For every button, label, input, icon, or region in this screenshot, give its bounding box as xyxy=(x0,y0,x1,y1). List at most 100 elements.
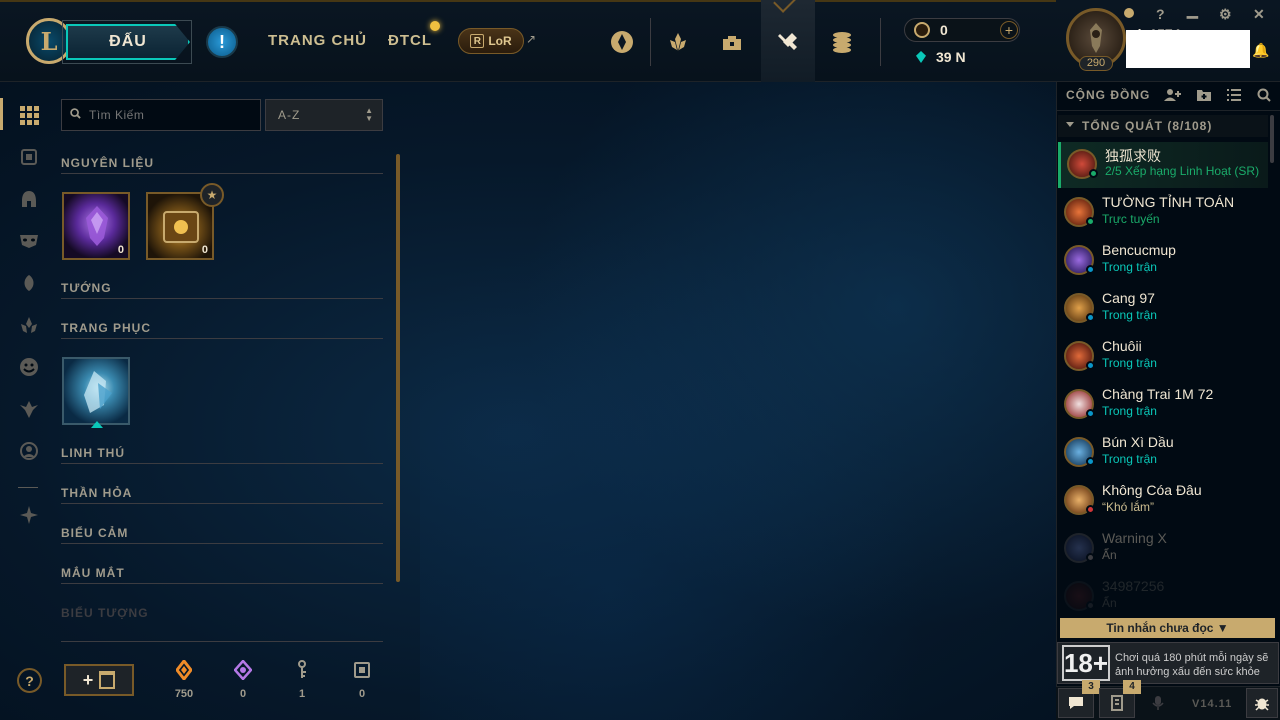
section-wards[interactable]: MẮU MẮT xyxy=(61,566,383,584)
material-tile-essence[interactable]: 0 xyxy=(62,192,130,260)
friend-status: Trong trận xyxy=(1102,452,1157,466)
client-version: V14.11 xyxy=(1192,698,1233,710)
add-rp-button[interactable]: + xyxy=(1000,21,1018,39)
alert-icon[interactable]: ! xyxy=(206,26,238,58)
notification-dot xyxy=(430,21,440,31)
social-divider xyxy=(1056,110,1280,111)
play-button[interactable]: ĐẤU xyxy=(66,24,190,60)
friend-status: Trong trận xyxy=(1102,356,1157,370)
search-box[interactable] xyxy=(61,99,261,131)
rail-divider xyxy=(18,487,38,488)
friend-item[interactable]: Không Cóa Đâu “Khó lắm” xyxy=(1058,478,1268,524)
emote-icon[interactable] xyxy=(18,356,40,378)
close-button[interactable]: ✕ xyxy=(1253,6,1265,23)
add-friend-icon[interactable] xyxy=(1164,88,1182,105)
resource-key: 1 xyxy=(282,660,322,700)
collection-icon[interactable] xyxy=(660,24,696,60)
add-folder-icon[interactable] xyxy=(1196,88,1212,105)
profile-icon[interactable] xyxy=(604,24,640,60)
friend-item[interactable]: 独孤求败 2/5 Xếp hạng Linh Hoạt (SR) xyxy=(1058,142,1268,188)
nav-link-tft[interactable]: ĐTCL xyxy=(388,32,432,49)
section-companions[interactable]: LINH THÚ xyxy=(61,446,383,464)
section-materials[interactable]: NGUYÊN LIỆU xyxy=(61,156,383,174)
mask-icon[interactable] xyxy=(18,230,40,252)
friend-name: 独孤求败 xyxy=(1105,148,1161,164)
friend-item[interactable]: Warning X Ẩn xyxy=(1058,526,1268,572)
chest-icon xyxy=(353,660,371,680)
unread-messages-button[interactable]: Tin nhắn chưa đọc ▼ xyxy=(1060,618,1275,638)
section-skins[interactable]: TRANG PHỤC xyxy=(61,321,383,339)
ward-icon[interactable] xyxy=(18,398,40,420)
friend-status-dot xyxy=(1089,169,1098,178)
sort-dropdown[interactable]: A-Z ▲ ▼ xyxy=(265,99,383,131)
bell-icon[interactable]: 🔔 xyxy=(1252,42,1269,59)
external-link-icon: ↗ xyxy=(526,32,537,46)
list-icon[interactable] xyxy=(1226,88,1242,105)
friend-item[interactable]: Cang 97 Trong trận xyxy=(1058,286,1268,332)
search-input[interactable] xyxy=(89,108,249,122)
store-icon[interactable] xyxy=(824,24,860,60)
redaction-mask xyxy=(1126,30,1250,68)
lor-button[interactable]: R LoR xyxy=(458,28,524,54)
friend-item[interactable]: Bencucmup Trong trận xyxy=(1058,238,1268,284)
helmet-icon[interactable] xyxy=(18,188,40,210)
friend-item[interactable]: TƯỜNG TỈNH TOÁN Trực tuyến xyxy=(1058,190,1268,236)
friend-item[interactable]: 34987256 Ẩn xyxy=(1058,574,1268,620)
minimize-button[interactable]: ▁ xyxy=(1187,2,1198,19)
section-champions[interactable]: TƯỚNG xyxy=(61,281,383,299)
status-dot xyxy=(1124,8,1134,18)
friend-status-dot xyxy=(1086,361,1095,370)
notes-count-badge: 4 xyxy=(1123,680,1141,694)
friend-name: TƯỜNG TỈNH TOÁN xyxy=(1102,194,1235,210)
chest-icon xyxy=(99,671,116,689)
mythic-essence-icon xyxy=(234,660,252,680)
nav-divider xyxy=(880,18,881,66)
help-window-button[interactable]: ? xyxy=(1156,6,1165,22)
friend-status-dot xyxy=(1086,505,1095,514)
section-eternals[interactable]: THẦN HỎA xyxy=(61,486,383,504)
runeterra-icon: R xyxy=(470,34,485,48)
age-warning-banner: 18+ Chơi quá 180 phút mỗi ngày sẽ ảnh hư… xyxy=(1057,642,1279,684)
friend-name: Không Cóa Đâu xyxy=(1102,482,1202,498)
material-count: 0 xyxy=(117,244,124,256)
friend-status-dot xyxy=(1086,601,1095,610)
help-button[interactable]: ? xyxy=(17,668,42,693)
loot-icon[interactable] xyxy=(714,24,750,60)
section-emotes[interactable]: BIỂU CẢM xyxy=(61,526,383,544)
search-icon[interactable] xyxy=(1257,88,1271,105)
social-scrollbar[interactable] xyxy=(1270,115,1274,163)
crafting-icon[interactable] xyxy=(770,24,806,60)
rp-value: 0 xyxy=(940,22,948,38)
friend-name: Bún Xì Dầu xyxy=(1102,434,1174,450)
friend-status-dot xyxy=(1086,217,1095,226)
orange-essence-icon xyxy=(176,660,192,680)
resource-value: 750 xyxy=(174,688,194,700)
skin-shard-tile[interactable] xyxy=(62,357,130,425)
friend-item[interactable]: Bún Xì Dầu Trong trận xyxy=(1058,430,1268,476)
friend-item[interactable]: Chàng Trai 1M 72 Trong trận xyxy=(1058,382,1268,428)
other-icon[interactable] xyxy=(18,504,40,526)
friend-status: Ẩn xyxy=(1102,596,1117,610)
inventory-scrollbar[interactable] xyxy=(396,154,400,582)
bug-report-icon[interactable] xyxy=(1246,688,1278,718)
nav-divider xyxy=(650,18,651,66)
age-warning-text: Chơi quá 180 phút mỗi ngày sẽ ảnh hưởng … xyxy=(1115,652,1269,678)
friend-item[interactable]: Chuôii Trong trận xyxy=(1058,334,1268,380)
resource-value: 0 xyxy=(358,688,366,700)
friend-name: Cang 97 xyxy=(1102,290,1155,306)
companion-icon[interactable] xyxy=(18,272,40,294)
chest-icon[interactable] xyxy=(18,146,40,168)
icon-icon[interactable] xyxy=(18,440,40,462)
grid-icon[interactable] xyxy=(18,104,40,126)
friend-status: Ẩn xyxy=(1102,548,1117,562)
section-icons[interactable]: BIỂU TƯỢNG xyxy=(61,606,383,624)
key-icon xyxy=(296,660,308,680)
friend-status: Trong trận xyxy=(1102,308,1157,322)
nav-link-home[interactable]: TRANG CHỦ xyxy=(268,32,367,49)
tft-icon[interactable] xyxy=(18,314,40,336)
microphone-icon[interactable] xyxy=(1140,688,1176,718)
craft-chest-button[interactable]: + xyxy=(64,664,134,696)
rp-wallet[interactable]: 0 + xyxy=(904,18,1020,42)
settings-icon[interactable]: ⚙ xyxy=(1219,6,1232,23)
friend-group-header[interactable]: TỔNG QUÁT (8/108) xyxy=(1058,115,1268,137)
